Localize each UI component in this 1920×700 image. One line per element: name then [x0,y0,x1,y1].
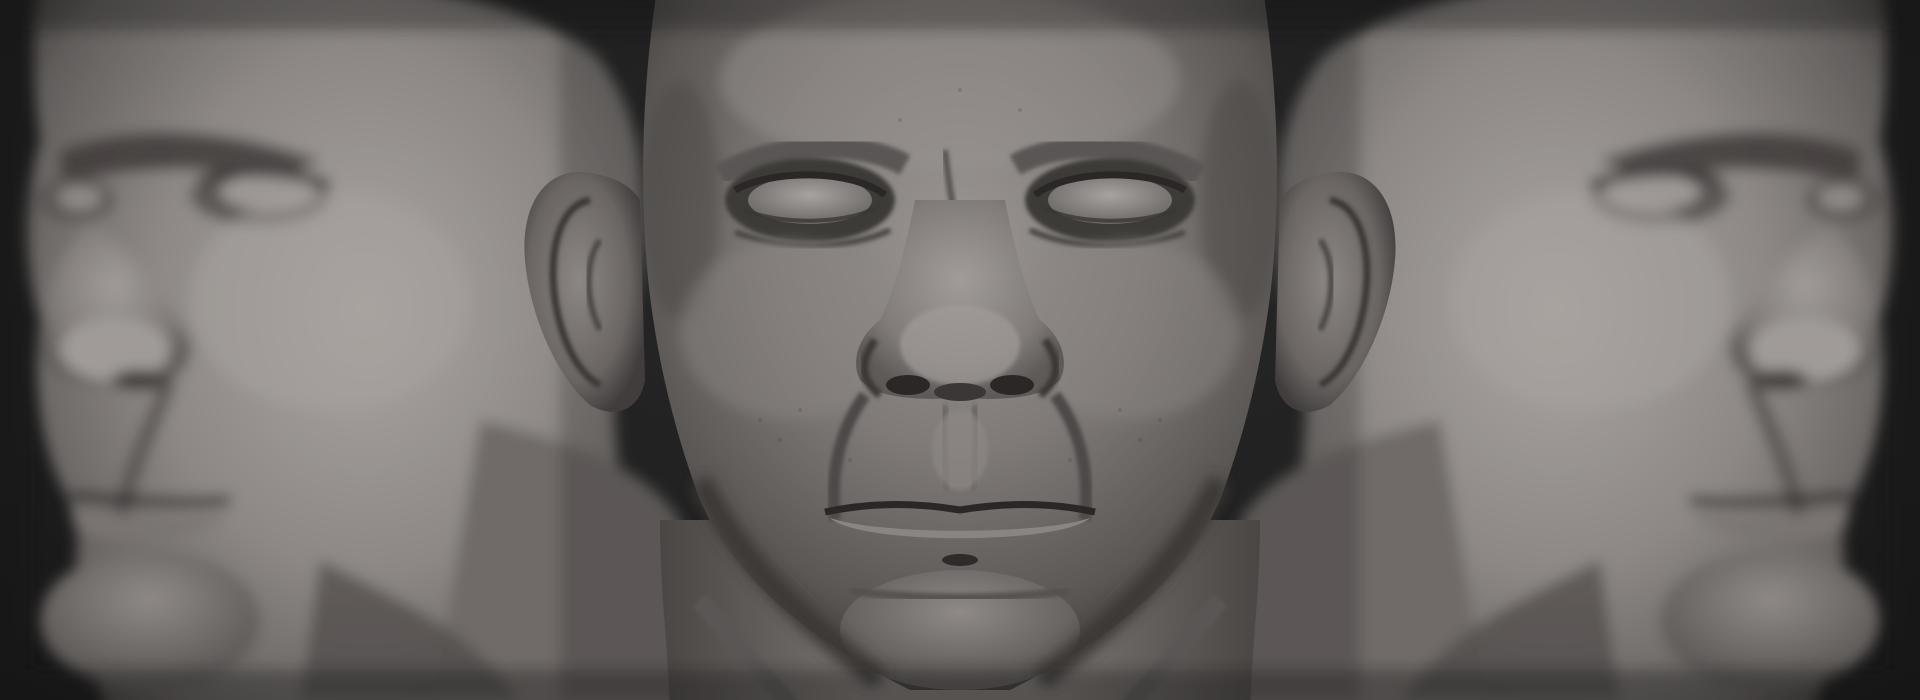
center-head-front-view [524,0,1396,700]
clay-heads-render [0,0,1920,700]
sculpt-render-canvas [0,0,1920,700]
